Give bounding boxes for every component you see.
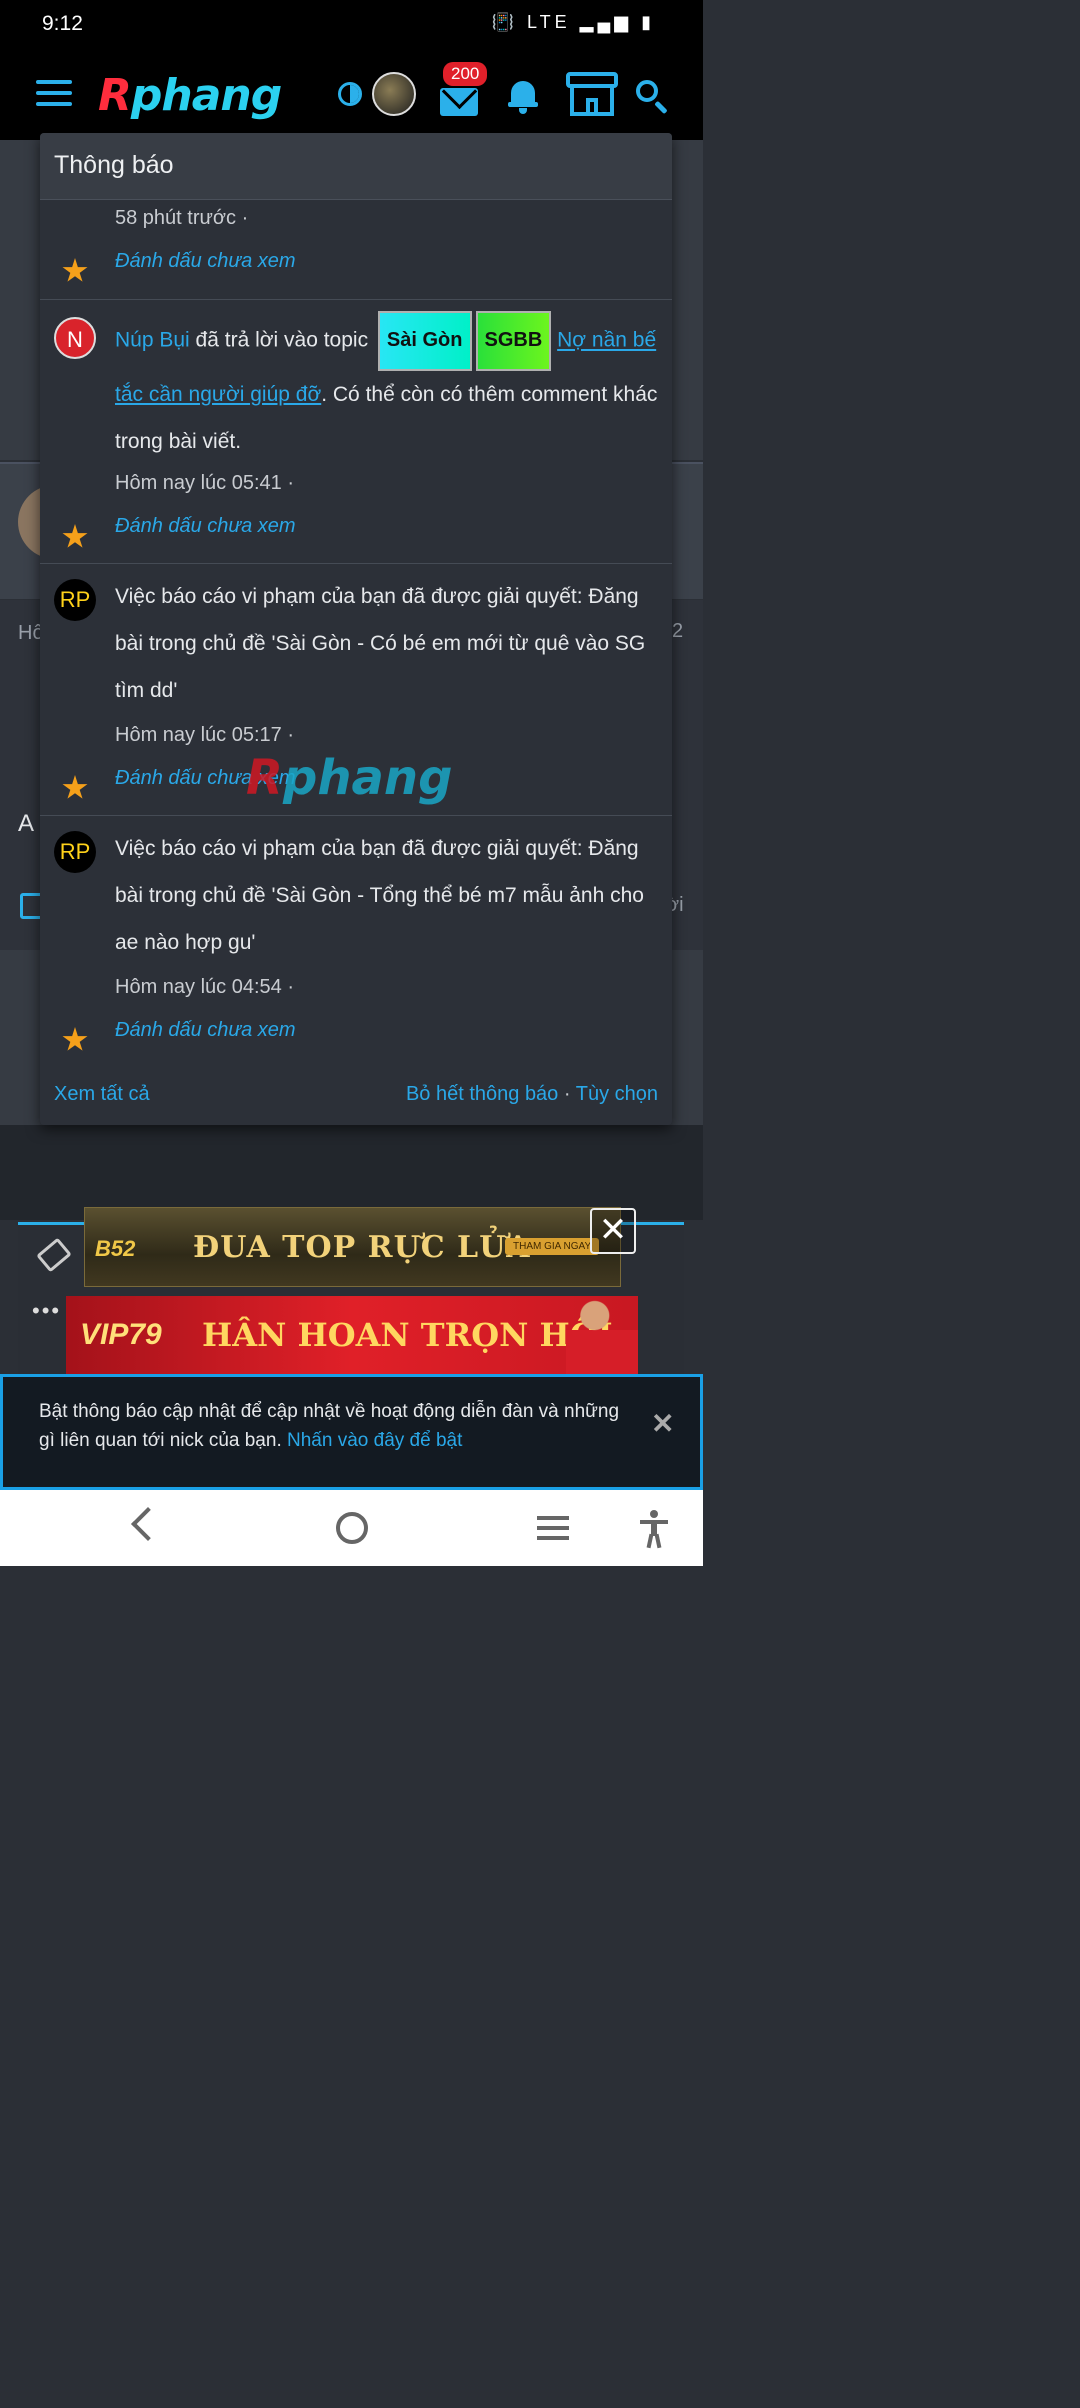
hamburger-icon[interactable] [36,80,72,108]
notification-user-link[interactable]: Núp Bụi [115,329,190,352]
view-all-link[interactable]: Xem tất cả [54,1083,150,1106]
app-header: Rphang 200 [0,50,703,140]
ad-headline: ĐUA TOP RỰC LỬA [193,1230,531,1265]
notification-item[interactable]: RP Việc báo cáo vi phạm của bạn đã được … [40,563,672,816]
close-icon[interactable]: ✕ [651,1407,674,1440]
ad-close-button[interactable]: ✕ [590,1208,636,1254]
notification-text: Việc báo cáo vi phạm của bạn đã được giả… [115,585,646,702]
ad-banner-bottom[interactable]: VIP79 HÂN HOAN TRỌN HỘI [66,1296,638,1374]
push-permission-banner: Bật thông báo cập nhật để cập nhật về ho… [0,1374,703,1490]
accessibility-icon[interactable] [640,1510,668,1549]
user-avatar[interactable] [372,72,416,116]
more-options-icon[interactable]: ••• [32,1298,61,1324]
dismiss-all-link[interactable]: Bỏ hết thông báo [406,1083,558,1105]
star-icon [62,775,88,799]
notification-item[interactable]: 58 phút trước · Đánh dấu chưa xem [40,199,672,300]
back-icon[interactable] [131,1507,165,1541]
mark-unread-link[interactable]: Đánh dấu chưa xem [115,250,296,273]
notification-time: Hôm nay lúc 04:54 · [115,976,294,998]
notification-time: Hôm nay lúc 05:17 · [115,724,294,746]
popup-footer: Xem tất cả Bỏ hết thông báo · Tùy chọn [40,1067,672,1125]
bg-section [0,1125,703,1220]
tag-saigon[interactable]: Sài Gòn [377,311,472,371]
search-icon[interactable] [636,80,672,116]
star-icon [62,1027,88,1051]
mark-unread-link[interactable]: Đánh dấu chưa xem [115,515,296,538]
site-logo[interactable]: Rphang [98,70,282,121]
star-icon [62,258,88,282]
mark-unread-link[interactable]: Đánh dấu chưa xem [115,767,296,790]
status-bar: 9:12 📳 LTE ▂▄▆ ▮ [0,0,703,50]
notification-text: Núp Bụi đã trả lời vào topic Sài Gòn SGBB… [115,311,660,465]
ad-banner-top[interactable]: B52 ĐUA TOP RỰC LỬA THAM GIA NGAY [84,1207,621,1287]
options-link[interactable]: Tùy chọn [576,1083,658,1105]
enable-push-link[interactable]: Nhấn vào đây để bật [287,1430,462,1451]
mark-unread-link[interactable]: Đánh dấu chưa xem [115,1019,296,1042]
bg-number: 2 [672,620,684,642]
notification-text: Việc báo cáo vi phạm của bạn đã được giả… [115,837,644,954]
store-icon[interactable] [566,72,618,116]
bell-icon[interactable] [508,78,538,114]
status-time: 9:12 [42,12,83,35]
status-indicators: 📳 LTE ▂▄▆ ▮ [491,12,655,32]
theme-toggle-icon[interactable] [338,82,362,106]
notification-item[interactable]: RP Việc báo cáo vi phạm của bạn đã được … [40,815,672,1068]
notification-popup: Thông báo 58 phút trước · Đánh dấu chưa … [40,133,672,1125]
notification-time: Hôm nay lúc 05:41 · [115,472,294,494]
notification-avatar[interactable]: RP [54,579,96,621]
notification-time: 58 phút trước · [115,207,249,229]
tag-sgbb[interactable]: SGBB [475,311,552,371]
push-banner-text: Bật thông báo cập nhật để cập nhật về ho… [39,1401,620,1451]
ad-cta-button[interactable]: THAM GIA NGAY [505,1238,600,1255]
footer-actions: Bỏ hết thông báo · Tùy chọn [405,1083,658,1105]
popup-title: Thông báo [40,133,672,200]
home-icon[interactable] [336,1512,368,1544]
ad-player-image [566,1296,638,1374]
ad-brand: B52 [95,1236,136,1261]
ad-headline: HÂN HOAN TRỌN HỘI [202,1316,613,1354]
recent-apps-icon[interactable] [537,1516,569,1546]
notification-item[interactable]: N Núp Bụi đã trả lời vào topic Sài Gòn SG… [40,299,672,564]
bg-letter: A [18,810,35,837]
system-nav-bar [0,1490,703,1566]
mail-icon[interactable] [440,88,478,116]
notification-avatar[interactable]: N [54,317,96,359]
mail-badge: 200 [443,62,488,86]
notification-avatar[interactable]: RP [54,831,96,873]
star-icon [62,524,88,548]
ad-brand: VIP79 [80,1318,162,1351]
